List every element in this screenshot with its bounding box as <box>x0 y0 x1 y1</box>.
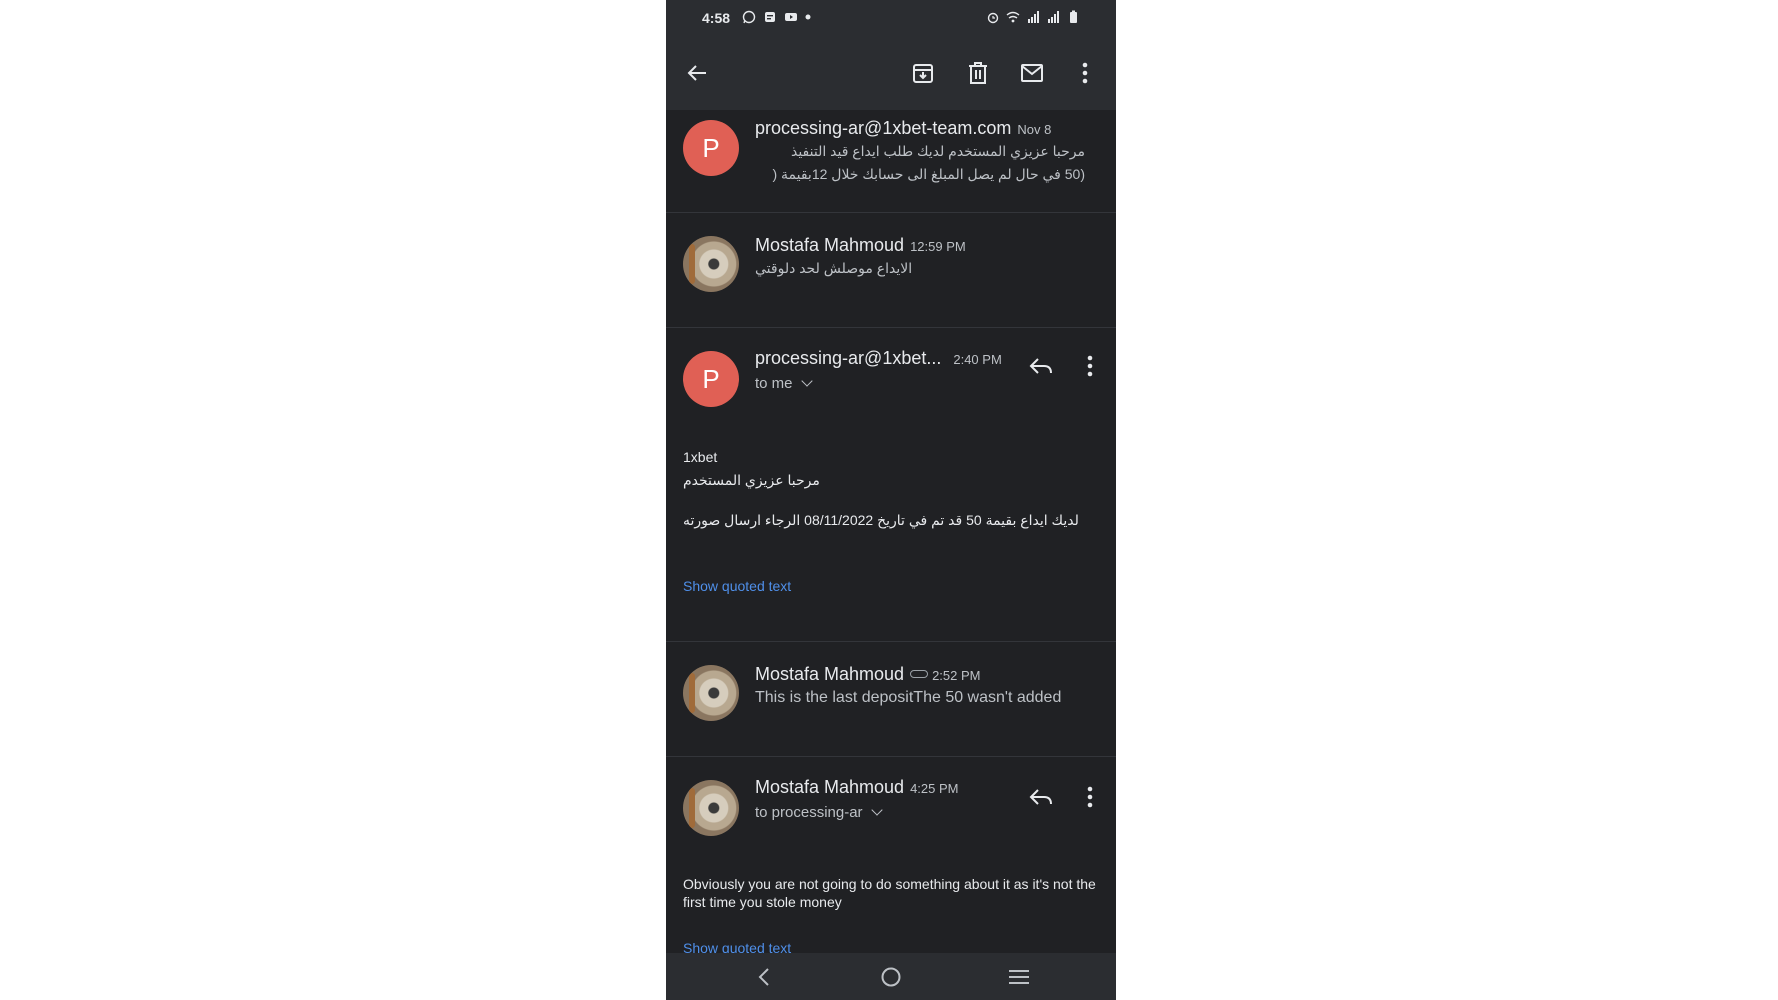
back-arrow-icon <box>687 65 706 81</box>
reply-icon <box>1029 358 1052 374</box>
mark-unread-button[interactable] <box>1018 59 1046 87</box>
system-nav-bar <box>666 953 1116 1000</box>
status-left-icons <box>742 10 811 24</box>
message-time: Nov 8 <box>1017 122 1052 137</box>
nav-back-button[interactable] <box>750 963 778 991</box>
more-vert-icon <box>1087 355 1093 377</box>
recipient-toggle[interactable]: to processing-ar <box>755 804 883 821</box>
avatar: P <box>683 351 739 407</box>
whatsapp-icon <box>742 10 756 24</box>
message-more-button[interactable] <box>1080 783 1100 811</box>
avatar <box>683 665 739 721</box>
avatar: P <box>683 120 739 176</box>
reply-icon <box>1029 789 1052 805</box>
youtube-icon <box>785 13 797 21</box>
sender-line: Mostafa Mahmoud 12:59 PM <box>755 235 966 256</box>
signal-icon <box>1048 11 1059 23</box>
message-time: 2:40 PM <box>953 352 1002 367</box>
sender-name: Mostafa Mahmoud <box>755 664 905 684</box>
delete-icon <box>969 62 987 84</box>
message-time: 2:52 PM <box>932 668 981 683</box>
more-vert-icon <box>1082 62 1088 84</box>
mark-unread-icon <box>1021 64 1043 82</box>
top-toolbar <box>666 36 1116 110</box>
nav-back-icon <box>758 968 769 986</box>
message-snippet: (50 في حال لم يصل المبلغ الى حسابك خلال … <box>772 166 1085 182</box>
alarm-icon <box>987 12 999 24</box>
signal-icon <box>1028 11 1039 23</box>
more-options-button[interactable] <box>1071 59 1099 87</box>
expanded-message: Mostafa Mahmoud 4:25 PM to processing-ar … <box>666 757 1116 953</box>
sender-line: Mostafa Mahmoud 2:52 PM <box>755 664 981 685</box>
recipient-toggle[interactable]: to me <box>755 375 813 392</box>
nav-home-button[interactable] <box>877 963 905 991</box>
status-right-icons <box>986 10 1080 24</box>
nav-home-icon <box>881 967 901 987</box>
message-icon <box>765 12 775 22</box>
message-more-button[interactable] <box>1080 352 1100 380</box>
chevron-down-icon <box>870 804 883 816</box>
wifi-icon <box>1006 11 1020 23</box>
show-quoted-text-link[interactable]: Show quoted text <box>683 940 791 953</box>
dot-icon <box>805 14 811 20</box>
nav-recents-icon <box>1009 970 1029 984</box>
sender-line: Mostafa Mahmoud 4:25 PM <box>755 777 959 798</box>
recipient-label: to me <box>755 375 793 392</box>
sender-name: Mostafa Mahmoud <box>755 235 905 255</box>
message-thread: P processing-ar@1xbet-team.com Nov 8 مرحب… <box>666 110 1116 953</box>
message-snippet: الايداع موصلش لحد دلوقتي <box>755 260 913 276</box>
message-time: 4:25 PM <box>910 781 959 796</box>
sender-name: processing-ar@1xbet... <box>755 348 942 368</box>
collapsed-message[interactable]: Mostafa Mahmoud 12:59 PM الايداع موصلش لح… <box>666 213 1116 328</box>
avatar <box>683 780 739 836</box>
status-bar: 4:58 <box>666 0 1116 36</box>
show-quoted-text-link[interactable]: Show quoted text <box>683 578 791 594</box>
message-body-line: 1xbet <box>683 449 718 465</box>
recipient-label: to processing-ar <box>755 804 863 821</box>
archive-button[interactable] <box>909 59 937 87</box>
message-body-line: مرحبا عزيزي المستخدم <box>683 472 820 488</box>
more-vert-icon <box>1087 786 1093 808</box>
avatar <box>683 236 739 292</box>
sender-name: Mostafa Mahmoud <box>755 777 905 797</box>
message-body: Obviously you are not going to do someth… <box>683 876 1096 910</box>
sender-name: processing-ar@1xbet-team.com <box>755 118 1012 138</box>
message-snippet: This is the last depositThe 50 wasn't ad… <box>755 689 1062 706</box>
message-snippet: مرحبا عزيزي المستخدم لديك طلب ايداع قيد … <box>790 143 1085 159</box>
delete-button[interactable] <box>964 59 992 87</box>
sender-line: processing-ar@1xbet... 2:40 PM <box>755 348 1002 369</box>
nav-recents-button[interactable] <box>1005 963 1033 991</box>
back-button[interactable] <box>683 59 711 87</box>
collapsed-message[interactable]: P processing-ar@1xbet-team.com Nov 8 مرحب… <box>666 110 1116 213</box>
reply-button[interactable] <box>1027 783 1055 811</box>
message-body-line: لديك ايداع بقيمة 50 قد تم في تاريخ 08/11… <box>683 512 1079 528</box>
chevron-down-icon <box>800 375 813 387</box>
phone-screen: 4:58 P processing-ar@1xbet-team.com Nov … <box>666 0 1116 1000</box>
message-time: 12:59 PM <box>910 239 966 254</box>
collapsed-message[interactable]: Mostafa Mahmoud 2:52 PM This is the last … <box>666 642 1116 757</box>
reply-button[interactable] <box>1027 352 1055 380</box>
status-time: 4:58 <box>702 10 731 26</box>
attachment-icon <box>910 670 929 678</box>
expanded-message: P processing-ar@1xbet... 2:40 PM to me 1x… <box>666 328 1116 642</box>
archive-icon <box>913 64 933 83</box>
battery-icon <box>1070 10 1077 23</box>
sender-line: processing-ar@1xbet-team.com Nov 8 <box>755 118 1051 139</box>
